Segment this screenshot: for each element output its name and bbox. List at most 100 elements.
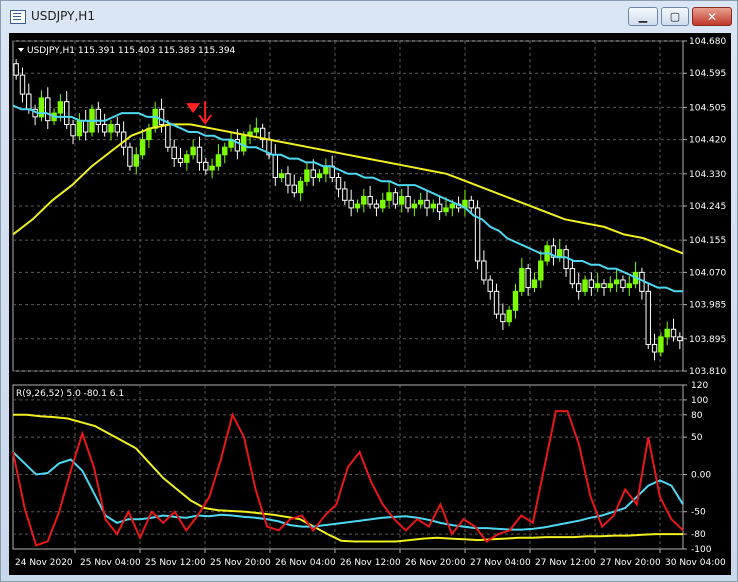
candle-body (127, 146, 133, 167)
candle-body (133, 154, 139, 167)
candle-body (512, 290, 519, 311)
candle-body (184, 154, 190, 163)
candle-body (525, 268, 531, 289)
candle-body (367, 196, 373, 205)
price-tick-label: 103.895 (689, 335, 726, 345)
indicator-tick-label: 50 (691, 433, 703, 443)
candle-body (481, 260, 487, 281)
candle-body (506, 309, 512, 323)
candle-body (380, 199, 386, 209)
candle-body (13, 63, 19, 76)
candle-body (323, 165, 329, 175)
candle-body (70, 123, 76, 137)
price-tick-label: 104.505 (689, 103, 726, 113)
candle-body (493, 290, 500, 315)
candle-body (139, 139, 146, 156)
candle-body (165, 123, 171, 148)
sell-arrow-icon (186, 103, 201, 114)
indicator-tick-label: 0.00 (691, 470, 711, 480)
candle-body (108, 123, 114, 133)
indicator-tick-label: 120 (691, 381, 708, 391)
candle-body (664, 328, 670, 338)
indicator-tick-label: 100 (691, 396, 708, 406)
candle-body (405, 196, 411, 209)
candle-body (601, 283, 607, 289)
ma-slow-line (12, 123, 684, 255)
indicator-tick-label: -100 (691, 545, 712, 555)
candle-body (316, 173, 323, 179)
candle-body (114, 123, 121, 133)
candle-body (348, 199, 354, 209)
chart-window-icon (10, 10, 26, 24)
candle-body (222, 146, 228, 156)
candle-body (285, 173, 291, 186)
ma-fast-line (12, 104, 683, 293)
price-tick-label: 104.155 (689, 236, 726, 246)
candle-body (468, 199, 474, 209)
indicator-pane-header: R(9,26,52) 5.0 -80.1 6.1 (16, 389, 124, 399)
candle-body (658, 336, 664, 353)
candle-body (557, 249, 563, 258)
candle-body (278, 173, 285, 179)
candle-body (392, 192, 399, 205)
candle-body (411, 203, 418, 209)
candle-body (399, 196, 405, 205)
indicator-red-line (12, 410, 684, 547)
candle-body (538, 260, 544, 281)
candle-body (82, 120, 89, 133)
close-icon: ✕ (706, 9, 718, 24)
time-tick-label: 30 Nov 04:00 (665, 558, 726, 568)
candle-body (386, 192, 392, 201)
candle-body (677, 336, 683, 342)
time-tick-label: 26 Nov 04:00 (275, 558, 336, 568)
chart-svg: 104.680 104.595 104.505 104.420 104.330 104.2… (12, 37, 726, 568)
candle-body (500, 313, 506, 323)
candle-body (57, 101, 64, 114)
time-tick-label: 27 Nov 04:00 (470, 558, 531, 568)
candle-body (620, 279, 626, 289)
main-pane-frame (12, 40, 684, 372)
minimize-icon: ▁ (638, 10, 648, 23)
title-bar[interactable]: USDJPY,H1 ▁ ▢ ✕ (1, 1, 737, 31)
candle-body (64, 101, 70, 125)
candle-body (196, 146, 203, 163)
candle-body (215, 154, 222, 167)
price-tick-label: 104.070 (689, 268, 726, 278)
candle-body (95, 108, 102, 125)
candle-body (209, 165, 215, 171)
window-title: USDJPY,H1 (31, 9, 95, 23)
candle-body (76, 120, 83, 137)
price-tick-label: 104.420 (689, 136, 726, 146)
time-tick-label: 26 Nov 12:00 (340, 558, 401, 568)
candle-body (582, 279, 588, 292)
candle-body (272, 154, 279, 179)
candle-body (310, 169, 316, 179)
candle-body (171, 146, 177, 160)
candle-body (45, 97, 51, 122)
maximize-button[interactable]: ▢ (661, 7, 689, 26)
candle-body (645, 290, 651, 345)
time-tick-label: 25 Nov 20:00 (210, 558, 271, 568)
candle-body (342, 188, 348, 201)
candle-body (569, 268, 576, 285)
candle-body (575, 283, 582, 292)
candle-body (430, 203, 437, 209)
candle-body (240, 135, 247, 152)
price-tick-label: 104.330 (689, 170, 726, 180)
candle-body (607, 283, 614, 289)
dropdown-triangle-icon (18, 48, 24, 52)
candle-body (588, 279, 595, 289)
indicator-tick-label: -80 (691, 530, 706, 540)
minimize-button[interactable]: ▁ (628, 7, 658, 26)
candle-body (443, 207, 449, 213)
time-tick-label: 25 Nov 12:00 (145, 558, 206, 568)
candle-body (651, 343, 658, 353)
close-button[interactable]: ✕ (692, 7, 732, 26)
chart-canvas[interactable]: 104.680 104.595 104.505 104.420 104.330 104.2… (9, 33, 731, 575)
candle-body (361, 196, 367, 205)
candle-body (152, 108, 158, 129)
candle-body (670, 328, 677, 338)
candle-body (177, 158, 184, 163)
candle-body (304, 169, 310, 182)
price-tick-label: 103.810 (689, 367, 726, 377)
